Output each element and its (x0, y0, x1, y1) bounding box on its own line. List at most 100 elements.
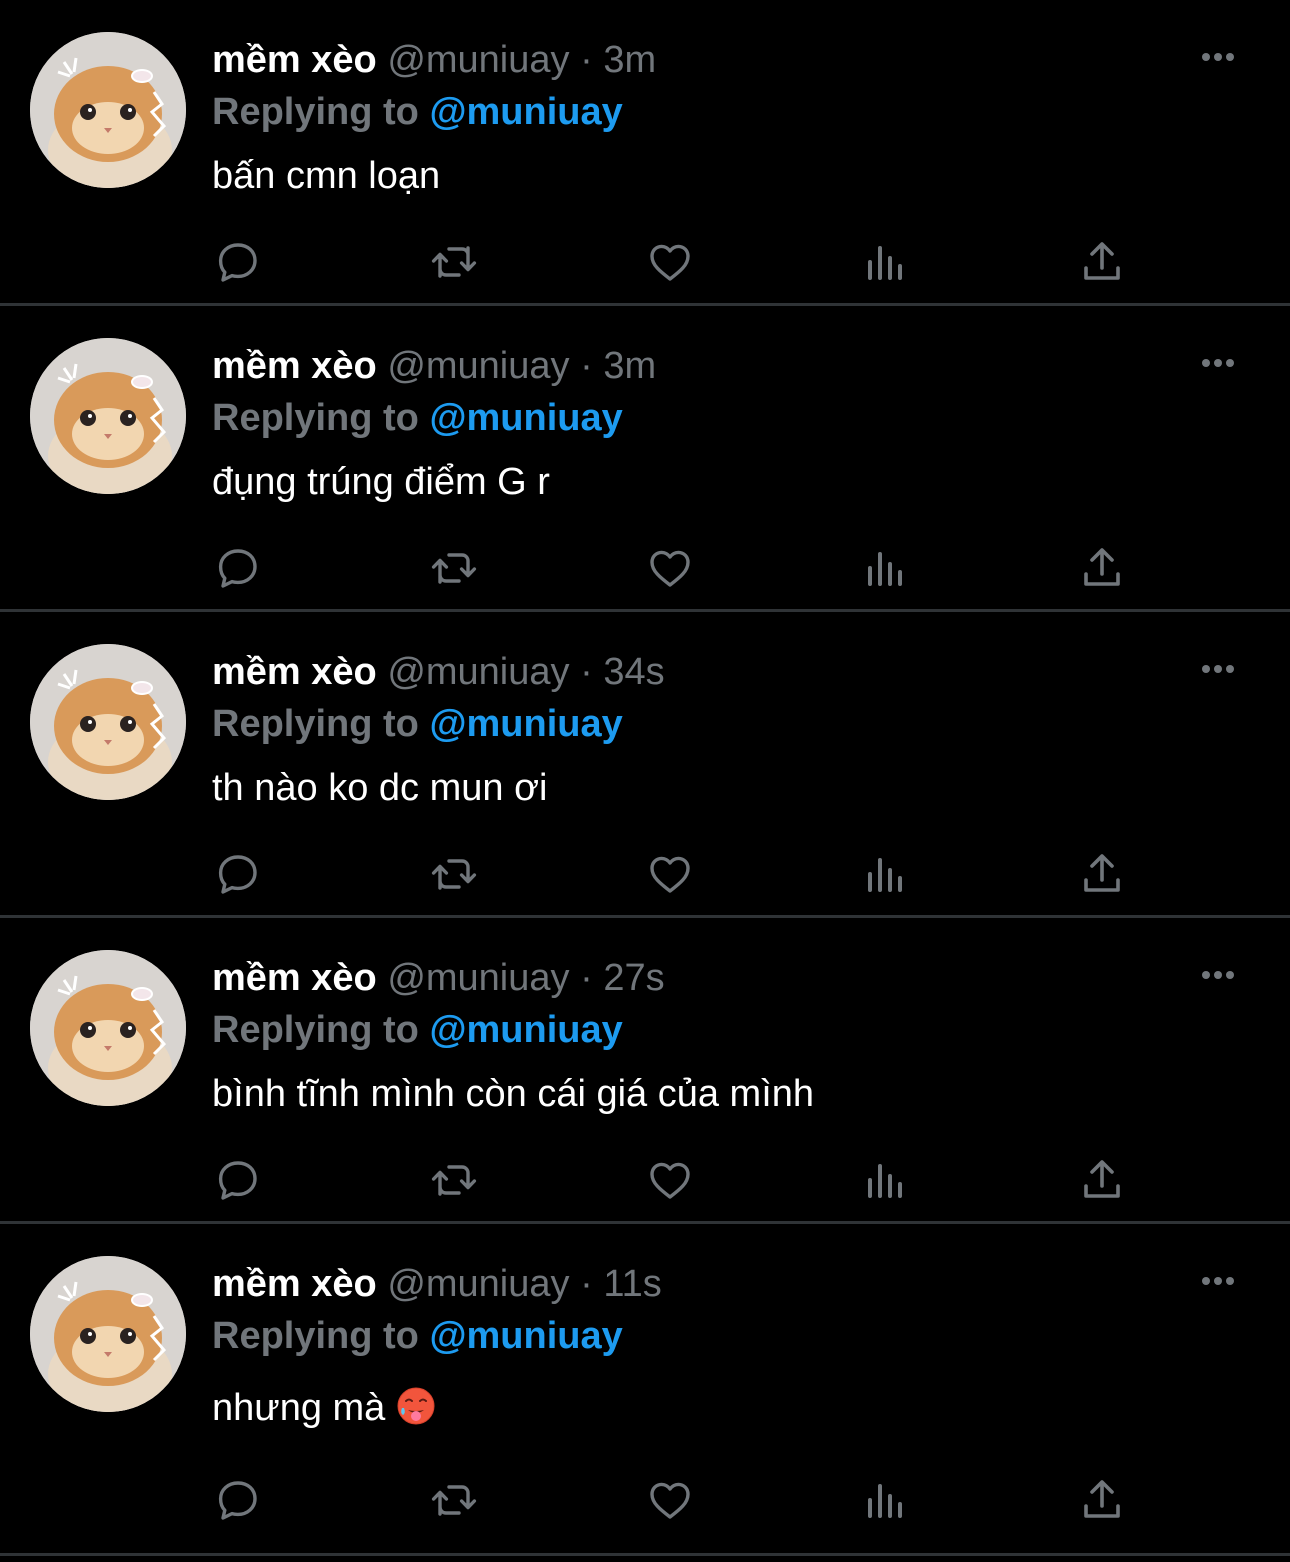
replying-to-handle[interactable]: @muniuay (429, 91, 622, 133)
tweet-text: bình tĩnh mình còn cái giá của mình (212, 1070, 1210, 1118)
timestamp[interactable]: 11s (603, 1263, 661, 1305)
tweet[interactable]: mềm xèo @muniuay · 3m Replying to @muniu… (0, 0, 1290, 306)
avatar[interactable] (30, 950, 186, 1106)
user-handle[interactable]: @muniuay (387, 39, 569, 81)
more-icon[interactable] (1198, 960, 1238, 990)
replying-to-label: Replying to (212, 91, 419, 133)
share-icon (1084, 1160, 1120, 1198)
replying-to-handle[interactable]: @muniuay (429, 397, 622, 439)
avatar[interactable] (30, 1256, 186, 1412)
views-button[interactable] (860, 236, 912, 288)
separator-dot: · (580, 651, 593, 693)
hot-face-emoji (396, 1386, 436, 1426)
tweet-header: mềm xèo @muniuay · 34s (212, 648, 1210, 696)
display-name[interactable]: mềm xèo (212, 1263, 377, 1305)
replying-to-label: Replying to (212, 397, 419, 439)
tweet[interactable]: mềm xèo @muniuay · 11s Replying to @muni… (0, 1224, 1290, 1556)
user-handle[interactable]: @muniuay (387, 1263, 569, 1305)
replying-to: Replying to @muniuay (212, 394, 1210, 442)
tweet-content: mềm xèo @muniuay · 11s Replying to @muni… (212, 1260, 1210, 1432)
reply-button[interactable] (212, 848, 264, 900)
user-handle[interactable]: @muniuay (387, 957, 569, 999)
retweet-icon (431, 1485, 477, 1516)
retweet-button[interactable] (428, 1154, 480, 1206)
views-button[interactable] (860, 1474, 912, 1526)
share-button[interactable] (1076, 236, 1128, 288)
replying-to-handle[interactable]: @muniuay (429, 1009, 622, 1051)
reply-button[interactable] (212, 1154, 264, 1206)
share-icon (1084, 854, 1120, 892)
like-button[interactable] (644, 1474, 696, 1526)
reply-icon (218, 1161, 257, 1200)
replying-to-label: Replying to (212, 1009, 419, 1051)
tweet[interactable]: mềm xèo @muniuay · 34s Replying to @muni… (0, 612, 1290, 918)
share-icon (1084, 1480, 1120, 1518)
replying-to: Replying to @muniuay (212, 1312, 1210, 1360)
display-name[interactable]: mềm xèo (212, 957, 377, 999)
share-button[interactable] (1076, 542, 1128, 594)
separator-dot: · (580, 39, 593, 81)
tweet-text-content: nhưng mà (212, 1387, 386, 1429)
heart-icon (650, 550, 690, 587)
more-icon[interactable] (1198, 348, 1238, 378)
views-button[interactable] (860, 542, 912, 594)
share-button[interactable] (1076, 1474, 1128, 1526)
like-button[interactable] (644, 236, 696, 288)
timestamp[interactable]: 3m (603, 345, 656, 387)
like-button[interactable] (644, 542, 696, 594)
avatar[interactable] (30, 644, 186, 800)
tweet-content: mềm xèo @muniuay · 27s Replying to @muni… (212, 954, 1210, 1118)
timestamp[interactable]: 34s (603, 651, 664, 693)
reply-icon (218, 855, 257, 894)
display-name[interactable]: mềm xèo (212, 345, 377, 387)
tweet-text: nhưng mà (212, 1384, 1210, 1432)
timestamp[interactable]: 3m (603, 39, 656, 81)
replying-to-handle[interactable]: @muniuay (429, 703, 622, 745)
like-button[interactable] (644, 1154, 696, 1206)
replying-to-handle[interactable]: @muniuay (429, 1315, 622, 1357)
avatar[interactable] (30, 338, 186, 494)
reply-icon (218, 243, 257, 282)
views-icon (868, 552, 902, 586)
user-handle[interactable]: @muniuay (387, 345, 569, 387)
views-button[interactable] (860, 1154, 912, 1206)
more-icon[interactable] (1198, 654, 1238, 684)
user-handle[interactable]: @muniuay (387, 651, 569, 693)
more-icon[interactable] (1198, 42, 1238, 72)
display-name[interactable]: mềm xèo (212, 651, 377, 693)
reply-icon (218, 1481, 257, 1520)
tweet-feed: mềm xèo @muniuay · 3m Replying to @muniu… (0, 0, 1290, 1562)
separator-dot: · (580, 345, 593, 387)
reply-button[interactable] (212, 1474, 264, 1526)
views-button[interactable] (860, 848, 912, 900)
tweet-header: mềm xèo @muniuay · 11s (212, 1260, 1210, 1308)
replying-to-label: Replying to (212, 703, 419, 745)
tweet-actions (212, 236, 1132, 288)
display-name[interactable]: mềm xèo (212, 39, 377, 81)
heart-icon (650, 244, 690, 281)
more-icon[interactable] (1198, 1266, 1238, 1296)
reply-button[interactable] (212, 236, 264, 288)
separator-dot: · (580, 1263, 593, 1305)
tweet-text-content: bình tĩnh mình còn cái giá của mình (212, 1073, 815, 1115)
share-button[interactable] (1076, 848, 1128, 900)
retweet-button[interactable] (428, 236, 480, 288)
tweet-text: đụng trúng điểm G r (212, 458, 1210, 506)
avatar[interactable] (30, 32, 186, 188)
replying-to: Replying to @muniuay (212, 88, 1210, 136)
tweet-header: mềm xèo @muniuay · 3m (212, 36, 1210, 84)
share-button[interactable] (1076, 1154, 1128, 1206)
retweet-button[interactable] (428, 1474, 480, 1526)
reply-button[interactable] (212, 542, 264, 594)
retweet-button[interactable] (428, 542, 480, 594)
tweet-actions (212, 1474, 1132, 1526)
tweet-content: mềm xèo @muniuay · 3m Replying to @muniu… (212, 36, 1210, 200)
timestamp[interactable]: 27s (603, 957, 664, 999)
tweet[interactable]: mềm xèo @muniuay · 3m Replying to @muniu… (0, 306, 1290, 612)
like-button[interactable] (644, 848, 696, 900)
replying-to-label: Replying to (212, 1315, 419, 1357)
tweet[interactable]: mềm xèo @muniuay · 27s Replying to @muni… (0, 918, 1290, 1224)
retweet-button[interactable] (428, 848, 480, 900)
views-icon (868, 1484, 902, 1518)
heart-icon (650, 1162, 690, 1199)
